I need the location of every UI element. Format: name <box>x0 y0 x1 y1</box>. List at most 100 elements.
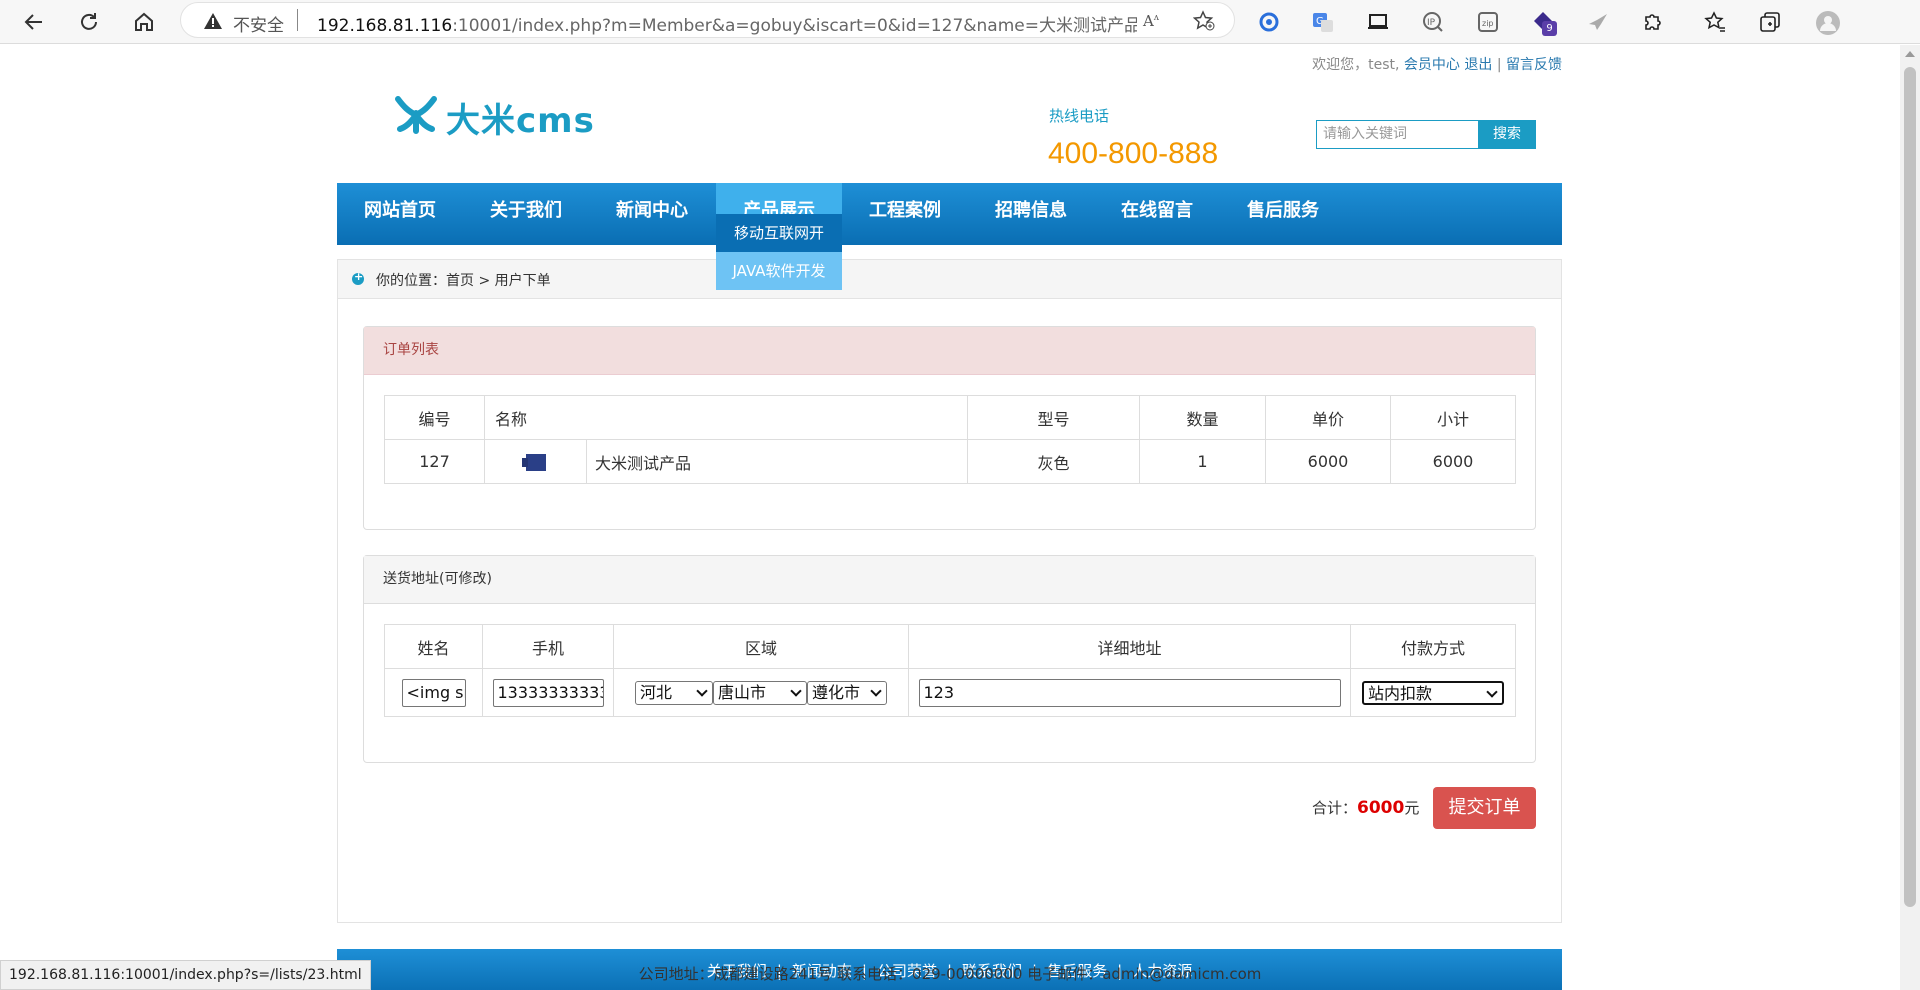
favorites-icon[interactable] <box>1700 7 1730 37</box>
ip-icon[interactable]: IP <box>1418 7 1448 37</box>
detail-address-field[interactable]: 123 <box>918 678 1341 707</box>
addr-col-phone: 手机 <box>482 624 614 669</box>
phone-field[interactable]: 13333333333 <box>492 678 604 707</box>
table-row: <img src 13333333333 河北 唐山市 遵化市 123 站内扣款 <box>384 668 1516 717</box>
read-aloud-icon[interactable]: Aʌ <box>1143 12 1159 30</box>
dropdown-item-java[interactable]: JAVA软件开发 <box>716 252 842 290</box>
city-select[interactable]: 唐山市 <box>713 680 807 705</box>
address-panel-title: 送货地址(可修改) <box>364 556 1535 604</box>
scrollbar-thumb[interactable] <box>1904 67 1916 907</box>
province-select[interactable]: 河北 <box>635 680 713 705</box>
district-select[interactable]: 遵化市 <box>807 680 887 705</box>
home-icon <box>135 12 153 31</box>
reload-icon <box>81 13 97 30</box>
address-bar[interactable]: 不安全 192.168.81.116:10001/index.php?m=Mem… <box>180 2 1235 38</box>
nav-item-news[interactable]: 新闻中心 <box>589 183 715 245</box>
profile-avatar-icon[interactable] <box>1812 7 1842 37</box>
add-favorite-icon[interactable] <box>1193 10 1215 32</box>
warning-icon <box>204 13 222 29</box>
logo-text[interactable]: 大米cms <box>446 93 595 142</box>
search-button[interactable]: 搜索 <box>1478 120 1536 149</box>
order-col-subtotal: 小计 <box>1390 395 1516 440</box>
order-header-row: 编号 名称 型号 数量 单价 小计 <box>384 395 1516 440</box>
collections-icon[interactable] <box>1755 7 1785 37</box>
laptop-icon[interactable] <box>1363 7 1393 37</box>
product-subtotal: 6000 <box>1390 439 1516 484</box>
url-host: 192.168.81.116 <box>317 16 453 36</box>
home-button[interactable] <box>126 4 162 40</box>
hotline-number: 400-800-888 <box>1048 137 1219 170</box>
order-col-model: 型号 <box>967 395 1140 440</box>
product-image-icon <box>521 454 546 471</box>
logout-link[interactable]: 退出 <box>1464 57 1492 73</box>
search-input[interactable]: 请输入关键词 <box>1316 120 1479 149</box>
member-center-link[interactable]: 会员中心 <box>1404 57 1460 73</box>
nav-item-cases[interactable]: 工程案例 <box>842 183 968 245</box>
translate-icon[interactable]: G <box>1308 7 1338 37</box>
nav-item-home[interactable]: 网站首页 <box>337 183 463 245</box>
order-col-price: 单价 <box>1265 395 1391 440</box>
dropdown-item-mobile[interactable]: 移动互联网开 <box>716 214 842 252</box>
address-header-row: 姓名 手机 区域 详细地址 付款方式 <box>384 624 1516 669</box>
zip-icon[interactable]: zip <box>1473 7 1503 37</box>
chevron-down-icon <box>1486 685 1498 698</box>
status-bar-url: 192.168.81.116:10001/index.php?s=/lists/… <box>0 960 371 990</box>
main-nav: 网站首页 关于我们 新闻中心 产品展示 工程案例 招聘信息 在线留言 售后服务 <box>337 183 1562 245</box>
address-panel: 送货地址(可修改) 姓名 手机 区域 详细地址 付款方式 <img src 13… <box>363 555 1536 763</box>
products-dropdown: 移动互联网开 JAVA软件开发 <box>716 214 842 290</box>
bird-icon[interactable] <box>1583 7 1613 37</box>
web-page: 欢迎您，test, 会员中心 退出 | 留言反馈 大米cms 热线电话 400-… <box>0 45 1900 990</box>
order-panel-title: 订单列表 <box>364 327 1535 375</box>
location-icon <box>352 270 364 285</box>
chevron-down-icon <box>870 684 882 697</box>
addr-col-name: 姓名 <box>384 624 483 669</box>
feedback-link[interactable]: 留言反馈 <box>1506 57 1562 73</box>
chevron-down-icon <box>790 684 802 697</box>
addr-col-detail: 详细地址 <box>908 624 1351 669</box>
url-text[interactable]: 192.168.81.116:10001/index.php?m=Member&… <box>317 11 1137 36</box>
nav-item-jobs[interactable]: 招聘信息 <box>968 183 1094 245</box>
vertical-scrollbar[interactable] <box>1900 45 1920 990</box>
svg-text:zip: zip <box>1482 19 1494 28</box>
browser-toolbar: 不安全 192.168.81.116:10001/index.php?m=Mem… <box>0 0 1920 44</box>
hotline-label: 热线电话 <box>1049 107 1110 125</box>
chevron-down-icon <box>696 684 708 697</box>
product-thumbnail[interactable] <box>484 439 587 484</box>
order-col-qty: 数量 <box>1139 395 1266 440</box>
order-total: 合计：6000元 <box>1312 797 1419 818</box>
product-name: 大米测试产品 <box>586 439 968 484</box>
logo-icon[interactable] <box>394 93 438 135</box>
back-arrow-icon <box>24 14 42 30</box>
insecure-label[interactable]: 不安全 <box>233 11 284 36</box>
nav-item-message[interactable]: 在线留言 <box>1094 183 1220 245</box>
scroll-up-arrow-icon[interactable] <box>1905 51 1915 57</box>
city-value: 唐山市 <box>718 682 767 702</box>
breadcrumb-text[interactable]: 你的位置：首页 > 用户下单 <box>376 270 551 290</box>
extension-refresh-icon[interactable] <box>1254 7 1284 37</box>
submit-order-button[interactable]: 提交订单 <box>1433 787 1536 829</box>
top-links-separator: | <box>1496 57 1502 73</box>
address-separator <box>297 9 298 31</box>
extension-badge-icon[interactable]: 9 <box>1528 7 1558 37</box>
product-model: 灰色 <box>967 439 1140 484</box>
product-price: 6000 <box>1265 439 1391 484</box>
table-row: 127 大米测试产品 灰色 1 6000 6000 <box>384 439 1516 484</box>
top-links: 欢迎您，test, 会员中心 退出 | 留言反馈 <box>1312 54 1562 74</box>
order-panel: 订单列表 编号 名称 型号 数量 单价 小计 127 大米测试产品 灰色 1 6… <box>363 326 1536 530</box>
order-table: 编号 名称 型号 数量 单价 小计 127 大米测试产品 灰色 1 6000 6… <box>384 395 1516 484</box>
welcome-text: 欢迎您，test, <box>1312 57 1400 73</box>
nav-item-service[interactable]: 售后服务 <box>1220 183 1346 245</box>
addr-col-payment: 付款方式 <box>1350 624 1516 669</box>
order-col-name: 名称 <box>484 395 968 440</box>
payment-select[interactable]: 站内扣款 <box>1362 680 1504 705</box>
name-field[interactable]: <img src <box>401 678 466 707</box>
order-id: 127 <box>384 439 485 484</box>
total-label: 合计： <box>1312 799 1358 817</box>
addr-col-region: 区域 <box>613 624 909 669</box>
nav-item-about[interactable]: 关于我们 <box>463 183 589 245</box>
product-qty: 1 <box>1139 439 1266 484</box>
breadcrumb: 你的位置：首页 > 用户下单 <box>337 259 1562 299</box>
back-button[interactable] <box>16 4 52 40</box>
reload-button[interactable] <box>71 4 107 40</box>
extensions-puzzle-icon[interactable] <box>1638 7 1668 37</box>
